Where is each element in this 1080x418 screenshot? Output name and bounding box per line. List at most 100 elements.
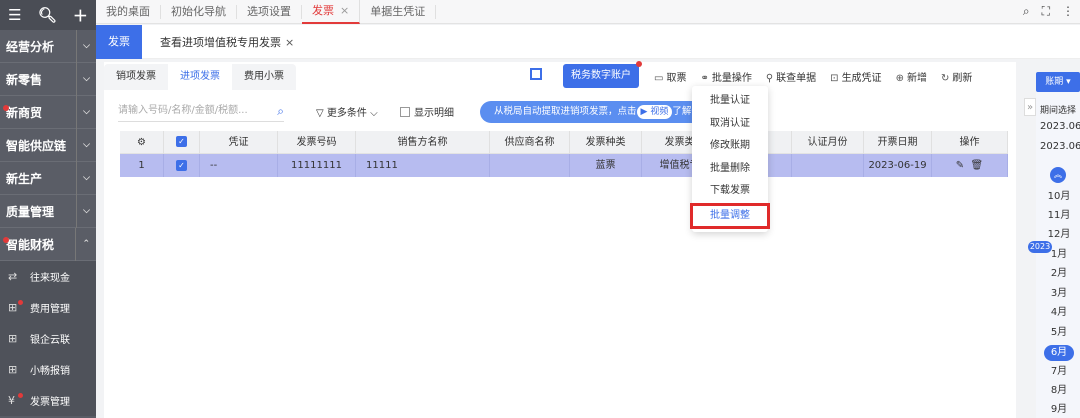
month-item-selected[interactable]: 6月 (1044, 345, 1074, 361)
more-icon[interactable]: ⋮ (1062, 4, 1074, 19)
chevron-down-icon: ⌵ (76, 194, 90, 228)
search-icon[interactable]: 🔍︎ (38, 6, 57, 24)
sidebar-subitem-invoice[interactable]: ¥ 发票管理 (0, 385, 96, 416)
video-link[interactable]: ▶ 视频 (636, 105, 673, 119)
month-item[interactable]: 9月 (1044, 402, 1074, 418)
month-item[interactable]: 2月 (1044, 266, 1074, 282)
checkbox[interactable] (400, 106, 410, 117)
tab-init-nav[interactable]: 初始化导航 (161, 4, 237, 19)
info-banner: 从税局自动提取进销项发票，点击 ▶ 视频 了解一 (480, 101, 706, 123)
sidebar-subitem-cash[interactable]: ⇄ 往来现金 (0, 261, 96, 292)
main-panel: 销项发票 进项发票 费用小票 税务数字账户 ▭ 取票 ⚭ 批量操作 ⚲ 联查单据 ⊡ 生… (104, 61, 1016, 418)
month-item[interactable]: 5月 (1044, 325, 1074, 341)
generate-voucher-button[interactable]: ⊡ 生成凭证 (830, 69, 881, 84)
sidebar-item-retail[interactable]: 新零售 ⌵ (0, 62, 96, 96)
notification-dot (3, 105, 9, 111)
sidebar-item-tax[interactable]: 智能财税 ⌃ (0, 227, 96, 261)
menu-batch-delete[interactable]: 批量删除 (692, 158, 768, 181)
close-icon[interactable]: × (340, 4, 349, 17)
menu-batch-certify[interactable]: 批量认证 (692, 90, 768, 113)
chevron-down-icon: ⌵ (76, 95, 90, 129)
invoice-table: ⚙ ✓ 凭证 发票号码 销售方名称 供应商名称 发票种类 发票类型 认证月份 开… (120, 130, 1008, 177)
sidebar-top: ☰ 🔍︎ ＋ (0, 0, 96, 30)
cell-date: 2023-06-19 (864, 154, 932, 177)
more-filter-button[interactable]: ▽ 更多条件 ⌵ (316, 104, 378, 119)
sidebar-item-production[interactable]: 新生产 ⌵ (0, 161, 96, 195)
tax-digital-account-button[interactable]: 税务数字账户 (563, 61, 642, 88)
menu-batch-adjust[interactable]: 批量调整 (690, 202, 770, 229)
add-button[interactable]: ⊕ 新增 (896, 69, 927, 84)
tab-sales-invoice[interactable]: 销项发票 (104, 64, 168, 90)
show-detail-checkbox[interactable]: 显示明细 (400, 104, 454, 119)
delete-icon[interactable]: 🗑︎ (971, 160, 984, 171)
cell-voucher: -- (200, 154, 278, 177)
query-docs-button[interactable]: ⚲ 联查单据 (766, 69, 816, 84)
search-input[interactable]: 请输入号码/名称/金额/税额... ⌕ (118, 100, 284, 122)
expand-icon[interactable]: » (1024, 98, 1036, 116)
sidebar-item-supply[interactable]: 智能供应链 ⌵ (0, 128, 96, 162)
col-month: 认证月份 (792, 130, 864, 154)
period-button[interactable]: 账期 ▾ (1036, 72, 1080, 92)
chevron-down-icon: ⌵ (370, 108, 378, 119)
notification-dot (3, 237, 9, 243)
select-all-checkbox[interactable]: ✓ (164, 130, 200, 154)
month-item[interactable]: 8月 (1044, 383, 1074, 399)
chevron-down-icon: ⌵ (76, 62, 90, 96)
month-item[interactable]: 4月 (1044, 305, 1074, 321)
month-item[interactable]: 11月 (1044, 208, 1074, 224)
close-icon[interactable]: × (285, 36, 294, 49)
sub-header: 发票 查看进项增值税专用发票 × (96, 24, 1080, 59)
tab-invoice[interactable]: 发票 × (302, 0, 361, 24)
grid-icon: ⊞ (8, 363, 18, 376)
notification-dot (18, 300, 23, 305)
scroll-up-icon[interactable]: ︽ (1050, 167, 1066, 183)
month-item[interactable]: 1月 (1044, 247, 1074, 263)
period-to[interactable]: 2023.06 (1040, 141, 1080, 152)
grid-icon: ⊞ (8, 332, 18, 345)
sidebar-item-analysis[interactable]: 经营分析 ⌵ (0, 29, 96, 63)
tab-expense-receipt[interactable]: 费用小票 (232, 64, 296, 90)
fullscreen-icon[interactable]: ⛶ (1042, 4, 1050, 19)
menu-modify-period[interactable]: 修改账期 (692, 135, 768, 158)
qrcode-icon[interactable] (530, 68, 542, 80)
tab-purchase-invoice[interactable]: 进项发票 (168, 64, 232, 90)
invoice-tabs: 销项发票 进项发票 费用小票 (104, 64, 296, 90)
sidebar-subitem-reimburse[interactable]: ⊞ 小畅报销 (0, 354, 96, 385)
month-item[interactable]: 7月 (1044, 364, 1074, 380)
table-row[interactable]: 1 ✓ -- 11111111 11111 蓝票 增值税专用 2023-06-1… (120, 154, 1008, 177)
plus-icon[interactable]: ＋ (73, 5, 88, 26)
sidebar-item-trade[interactable]: 新商贸 ⌵ (0, 95, 96, 129)
chevron-down-icon: ⌵ (76, 29, 90, 63)
tab-options[interactable]: 选项设置 (237, 4, 302, 19)
sidebar-item-quality[interactable]: 质量管理 ⌵ (0, 194, 96, 228)
sidebar-subitem-bank[interactable]: ⊞ 银企云联 (0, 323, 96, 354)
col-supplier: 供应商名称 (490, 130, 570, 154)
row-checkbox[interactable]: ✓ (164, 154, 200, 177)
batch-ops-menu: 批量认证 取消认证 修改账期 批量删除 下载发票 批量调整 (690, 86, 770, 232)
refresh-button[interactable]: ↻ 刷新 (941, 69, 972, 84)
fetch-invoice-button[interactable]: ▭ 取票 (654, 69, 686, 84)
month-item[interactable]: 3月 (1044, 286, 1074, 302)
page-title[interactable]: 查看进项增值税专用发票 × (160, 34, 294, 50)
row-index: 1 (120, 154, 164, 177)
sidebar: ☰ 🔍︎ ＋ 经营分析 ⌵ 新零售 ⌵ 新商贸 ⌵ 智能供应链 ⌵ 新生产 ⌵ 质量管理 ⌵… (0, 0, 96, 418)
period-from[interactable]: 2023.06 (1040, 121, 1080, 132)
batch-ops-button[interactable]: ⚭ 批量操作 (700, 69, 751, 84)
search-icon[interactable]: ⌕ (277, 100, 284, 122)
menu-icon[interactable]: ☰ (8, 6, 21, 24)
col-seller: 销售方名称 (356, 130, 490, 154)
menu-download-invoice[interactable]: 下载发票 (692, 180, 768, 203)
sidebar-subitem-expense[interactable]: ⊞ 费用管理 (0, 292, 96, 323)
cell-supplier (490, 154, 570, 177)
subtab-invoice[interactable]: 发票 (96, 24, 142, 59)
menu-cancel-certify[interactable]: 取消认证 (692, 113, 768, 136)
settings-icon[interactable]: ⚙ (120, 130, 164, 154)
filter-icon: ▽ (316, 108, 324, 119)
month-item[interactable]: 10月 (1044, 189, 1074, 205)
tab-desktop[interactable]: 我的桌面 (96, 4, 161, 19)
edit-icon[interactable]: ✎ (956, 160, 964, 171)
cell-actions: ✎ 🗑︎ (932, 154, 1008, 177)
tab-voucher[interactable]: 单据生凭证 (360, 4, 437, 19)
search-icon[interactable]: ⌕ (1023, 4, 1030, 19)
col-kind: 发票种类 (570, 130, 642, 154)
